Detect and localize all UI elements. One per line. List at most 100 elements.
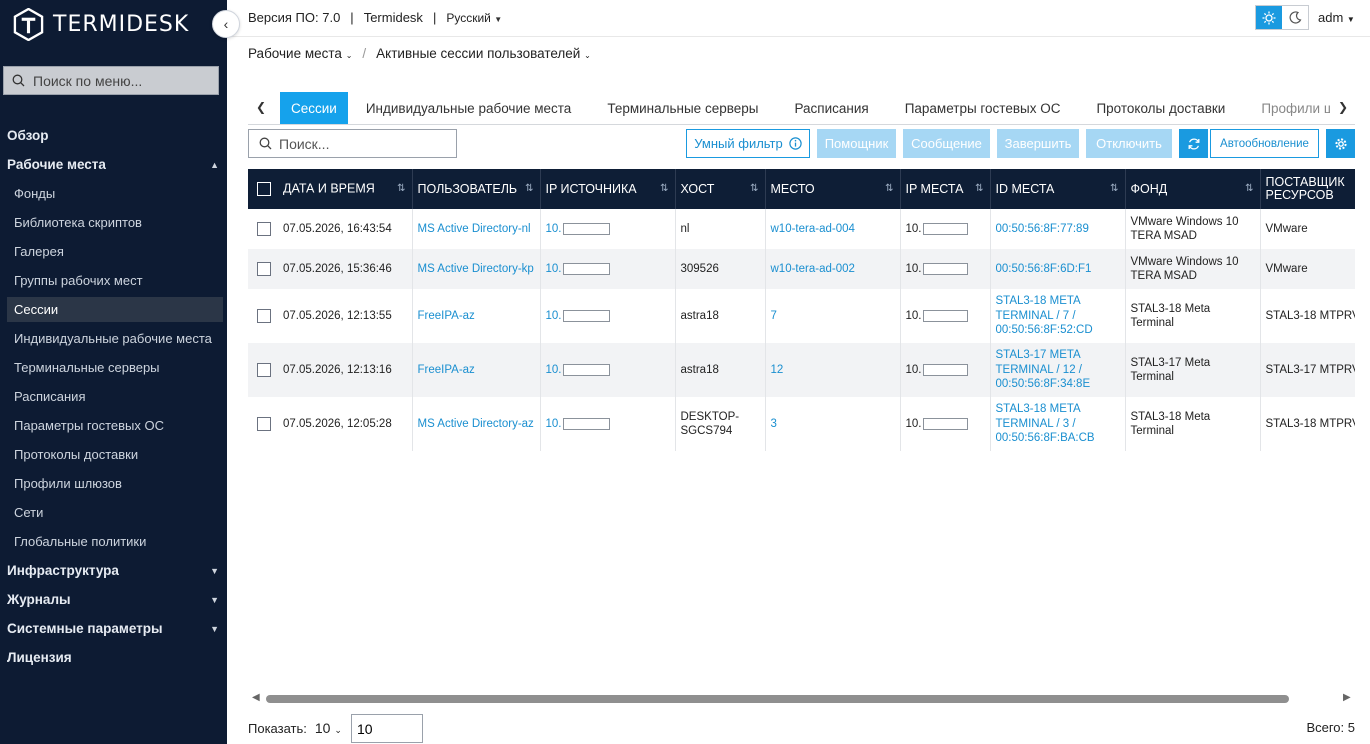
cell-place-id[interactable]: 00:50:56:8F:6D:F1	[990, 249, 1126, 289]
scroll-right-arrow-icon[interactable]: ▶	[1343, 692, 1351, 703]
breadcrumb-root[interactable]: Рабочие места ⌄	[248, 46, 352, 61]
grid-search[interactable]	[248, 129, 457, 158]
nav-item-terminal-servers[interactable]: Терминальные серверы	[0, 353, 227, 382]
page-size-input[interactable]	[351, 714, 423, 743]
cell-place-id[interactable]: STAL3-18 META TERMINAL / 7 / 00:50:56:8F…	[990, 289, 1126, 343]
column-user[interactable]: ПОЛЬЗОВАТЕЛЬ ⇅	[412, 169, 541, 209]
column-pool[interactable]: ФОНД ⇅	[1125, 169, 1261, 209]
row-checkbox[interactable]	[257, 416, 271, 431]
table-row[interactable]: 07.05.2026, 15:36:46 MS Active Directory…	[248, 249, 1355, 289]
sort-icon[interactable]: ⇅	[1110, 182, 1118, 195]
cell-place[interactable]: 7	[765, 289, 901, 343]
nav-license[interactable]: Лицензия	[0, 643, 227, 672]
column-date[interactable]: ДАТА И ВРЕМЯ ⇅	[248, 169, 413, 209]
column-place[interactable]: МЕСТО ⇅	[765, 169, 901, 209]
nav-item-workplace-groups[interactable]: Группы рабочих мест	[0, 266, 227, 295]
nav-item-guest-os[interactable]: Параметры гостевых ОС	[0, 411, 227, 440]
sort-icon[interactable]: ⇅	[1245, 182, 1253, 195]
cell-place-id[interactable]: STAL3-18 META TERMINAL / 3 / 00:50:56:8F…	[990, 397, 1126, 451]
user-menu[interactable]: adm ▼	[1318, 10, 1355, 25]
cell-place-id[interactable]: STAL3-17 META TERMINAL / 12 / 00:50:56:8…	[990, 343, 1126, 397]
cell-source-ip[interactable]: 10.	[540, 397, 676, 451]
column-host[interactable]: ХОСТ ⇅	[675, 169, 766, 209]
nav-item-pools[interactable]: Фонды	[0, 179, 227, 208]
sun-icon[interactable]	[1256, 6, 1282, 29]
cell-place[interactable]: w10-tera-ad-002	[765, 249, 901, 289]
nav-item-individual-workplaces[interactable]: Индивидуальные рабочие места	[0, 324, 227, 353]
sort-icon[interactable]: ⇅	[750, 182, 758, 195]
nav-workplaces[interactable]: Рабочие места ▲	[0, 150, 227, 179]
tab-delivery-protocols[interactable]: Протоколы доставки	[1078, 92, 1243, 124]
cell-user[interactable]: FreeIPA-az	[412, 343, 541, 397]
refresh-button[interactable]	[1179, 129, 1208, 158]
row-checkbox[interactable]	[257, 362, 271, 377]
nav-overview[interactable]: Обзор	[0, 121, 227, 150]
cell-source-ip[interactable]: 10.	[540, 343, 676, 397]
cell-source-ip[interactable]: 10.	[540, 209, 676, 249]
nav-journals[interactable]: Журналы ▼	[0, 585, 227, 614]
cell-place[interactable]: 12	[765, 343, 901, 397]
row-checkbox[interactable]	[257, 261, 271, 276]
grid-search-input[interactable]	[279, 135, 449, 152]
sort-icon[interactable]: ⇅	[660, 182, 668, 195]
nav-infrastructure[interactable]: Инфраструктура ▼	[0, 556, 227, 585]
sidebar-collapse-button[interactable]: ‹	[212, 10, 240, 38]
theme-toggle[interactable]	[1255, 5, 1309, 30]
tab-sessions[interactable]: Сессии	[280, 92, 348, 124]
select-all-checkbox[interactable]	[257, 182, 271, 196]
language-select[interactable]: Русский ▼	[446, 11, 502, 25]
smart-filter-button[interactable]: Умный фильтр	[686, 129, 810, 158]
assistant-button[interactable]: Помощник	[817, 129, 896, 158]
tab-terminal-servers[interactable]: Терминальные серверы	[589, 92, 776, 124]
menu-search[interactable]	[3, 66, 219, 95]
column-source-ip[interactable]: IP ИСТОЧНИКА ⇅	[540, 169, 676, 209]
page-size-select[interactable]: 10 ⌄	[315, 720, 342, 736]
nav-item-scripts[interactable]: Библиотека скриптов	[0, 208, 227, 237]
moon-icon[interactable]	[1282, 6, 1308, 29]
cell-user[interactable]: FreeIPA-az	[412, 289, 541, 343]
tab-gateway-profiles[interactable]: Профили шлюзов	[1243, 92, 1330, 124]
tab-individual-workplaces[interactable]: Индивидуальные рабочие места	[348, 92, 589, 124]
finish-button[interactable]: Завершить	[997, 129, 1079, 158]
autorefresh-button[interactable]: Автообновление	[1210, 129, 1319, 158]
cell-place[interactable]: 3	[765, 397, 901, 451]
horizontal-scrollbar[interactable]: ◀ ▶	[248, 691, 1355, 707]
cell-user[interactable]: MS Active Directory-az	[412, 397, 541, 451]
nav-item-gateway-profiles[interactable]: Профили шлюзов	[0, 469, 227, 498]
sort-icon[interactable]: ⇅	[397, 182, 405, 195]
tabs-scroll-right-icon[interactable]: ❯	[1338, 100, 1348, 114]
tab-guest-os[interactable]: Параметры гостевых ОС	[887, 92, 1079, 124]
menu-search-input[interactable]	[33, 72, 203, 89]
sort-icon[interactable]: ⇅	[525, 182, 533, 195]
column-place-ip[interactable]: IP МЕСТА ⇅	[900, 169, 991, 209]
row-checkbox[interactable]	[257, 308, 271, 323]
column-provider[interactable]: ПОСТАВЩИК РЕСУРСОВ	[1260, 169, 1355, 209]
cell-place[interactable]: w10-tera-ad-004	[765, 209, 901, 249]
nav-item-schedules[interactable]: Расписания	[0, 382, 227, 411]
tab-schedules[interactable]: Расписания	[776, 92, 886, 124]
table-row[interactable]: 07.05.2026, 12:05:28 MS Active Directory…	[248, 397, 1355, 451]
cell-user[interactable]: MS Active Directory-nl	[412, 209, 541, 249]
table-row[interactable]: 07.05.2026, 12:13:16 FreeIPA-az 10. astr…	[248, 343, 1355, 397]
breadcrumb-current[interactable]: Активные сессии пользователей ⌄	[376, 46, 591, 61]
settings-button[interactable]	[1326, 129, 1355, 158]
disconnect-button[interactable]: Отключить	[1086, 129, 1172, 158]
app-logo[interactable]: TERMIDESK	[12, 6, 189, 42]
cell-source-ip[interactable]: 10.	[540, 289, 676, 343]
nav-item-sessions[interactable]: Сессии	[7, 297, 223, 322]
nav-item-global-policies[interactable]: Глобальные политики	[0, 527, 227, 556]
nav-item-delivery-protocols[interactable]: Протоколы доставки	[0, 440, 227, 469]
scroll-left-arrow-icon[interactable]: ◀	[252, 692, 260, 703]
table-row[interactable]: 07.05.2026, 16:43:54 MS Active Directory…	[248, 209, 1355, 249]
nav-item-gallery[interactable]: Галерея	[0, 237, 227, 266]
column-place-id[interactable]: ID МЕСТА ⇅	[990, 169, 1126, 209]
nav-item-networks[interactable]: Сети	[0, 498, 227, 527]
row-checkbox[interactable]	[257, 221, 271, 236]
sort-icon[interactable]: ⇅	[975, 182, 983, 195]
tabs-scroll-left-icon[interactable]: ❮	[256, 100, 266, 114]
nav-system[interactable]: Системные параметры ▼	[0, 614, 227, 643]
cell-user[interactable]: MS Active Directory-kp	[412, 249, 541, 289]
scrollbar-thumb[interactable]	[266, 695, 1289, 703]
cell-source-ip[interactable]: 10.	[540, 249, 676, 289]
cell-place-id[interactable]: 00:50:56:8F:77:89	[990, 209, 1126, 249]
